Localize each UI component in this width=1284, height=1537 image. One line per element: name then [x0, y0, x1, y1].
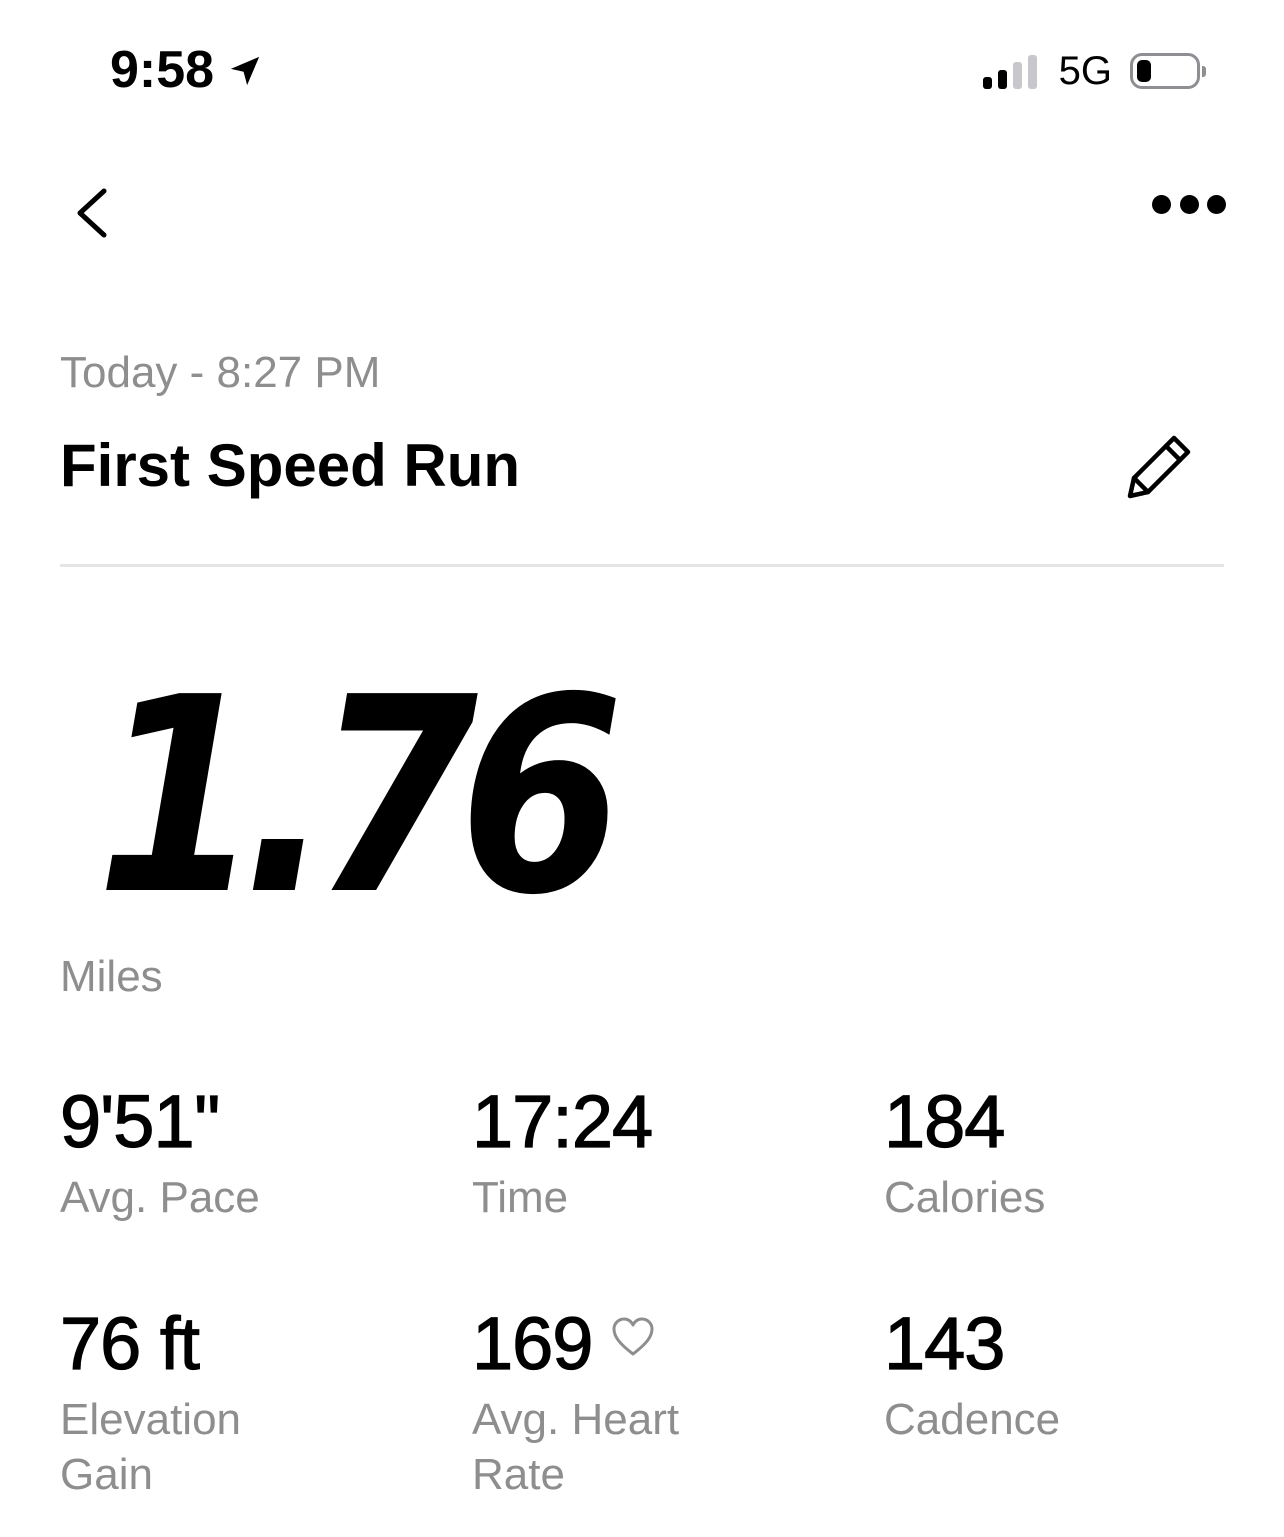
stat-time: 17:24 Time	[471, 1079, 852, 1225]
battery-level	[1137, 60, 1151, 82]
heart-outline-icon[interactable]	[610, 1316, 656, 1358]
stat-avg-heart-rate[interactable]: 169 Avg. Heart Rate	[471, 1301, 852, 1502]
stat-value: 143	[883, 1301, 1006, 1385]
distance-value: 1.76	[96, 639, 624, 954]
stat-label: Time	[472, 1173, 569, 1222]
back-button[interactable]	[70, 185, 120, 241]
stat-avg-pace: 9'51'' Avg. Pace	[59, 1079, 440, 1225]
network-type: 5G	[1058, 49, 1112, 93]
chevron-left-icon	[77, 188, 107, 238]
activity-date: Today - 8:27 PM	[60, 348, 381, 397]
status-bar-time: 9:58	[110, 40, 262, 100]
status-bar-indicators: 5G	[982, 46, 1206, 96]
stat-calories: 184 Calories	[883, 1079, 1264, 1225]
header-divider	[60, 564, 1224, 567]
battery-icon	[1130, 53, 1206, 89]
location-arrow-icon	[230, 56, 260, 86]
stat-value: 17:24	[471, 1079, 653, 1163]
stat-label: Cadence	[884, 1395, 1061, 1444]
more-options-button[interactable]	[1152, 190, 1226, 218]
cellular-signal-icon	[982, 53, 1043, 89]
pencil-icon	[1127, 435, 1191, 499]
stat-value: 184	[883, 1079, 1006, 1163]
stat-label: Avg. Heart Rate	[472, 1395, 680, 1499]
distance-unit: Miles	[60, 952, 163, 1001]
stat-cadence: 143 Cadence	[883, 1301, 1264, 1447]
stat-value-row: 169	[471, 1301, 852, 1386]
stat-elevation-gain: 76 ft Elevation Gain	[59, 1301, 440, 1502]
stat-label: Elevation Gain	[60, 1395, 242, 1499]
stat-label: Calories	[884, 1173, 1046, 1222]
stat-value: 169	[471, 1301, 594, 1385]
ellipsis-icon	[1152, 194, 1171, 214]
stat-value: 9'51''	[59, 1079, 221, 1163]
activity-title: First Speed Run	[60, 432, 521, 499]
edit-title-button[interactable]	[1122, 430, 1196, 504]
stat-value: 76 ft	[59, 1301, 200, 1385]
stat-label: Avg. Pace	[60, 1173, 260, 1222]
clock-text: 9:58	[110, 41, 215, 99]
